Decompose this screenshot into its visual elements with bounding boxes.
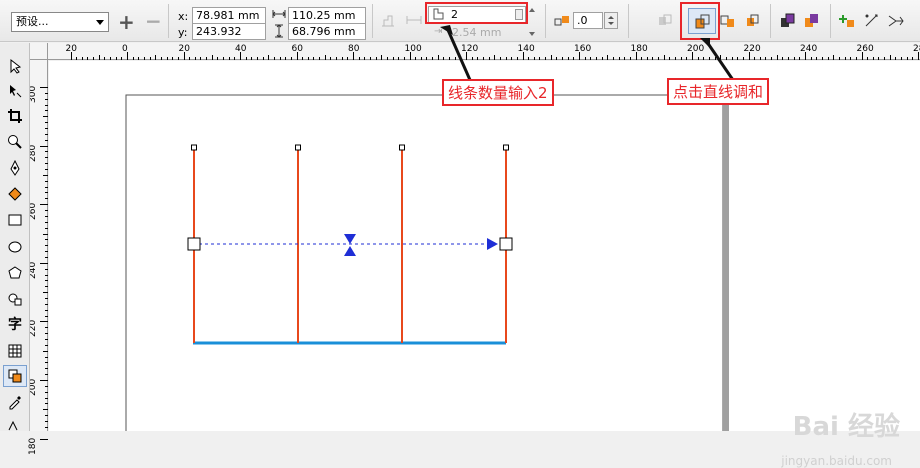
watermark-url: jingyan.baidu.com bbox=[781, 454, 892, 468]
annotation-arrows bbox=[440, 25, 735, 81]
ruler-tick-label: 180 bbox=[28, 437, 38, 455]
ruler-major-tick bbox=[40, 438, 48, 440]
arrow-head-icon bbox=[700, 38, 710, 48]
straight-blend-callout-label: 点击直线调和 bbox=[667, 78, 770, 105]
arrow-to-direct-blend bbox=[705, 41, 735, 81]
arrow-to-steps-field bbox=[446, 29, 472, 81]
arrow-head-icon bbox=[440, 25, 453, 35]
steps-callout-label: 线条数量输入2 bbox=[442, 79, 554, 106]
